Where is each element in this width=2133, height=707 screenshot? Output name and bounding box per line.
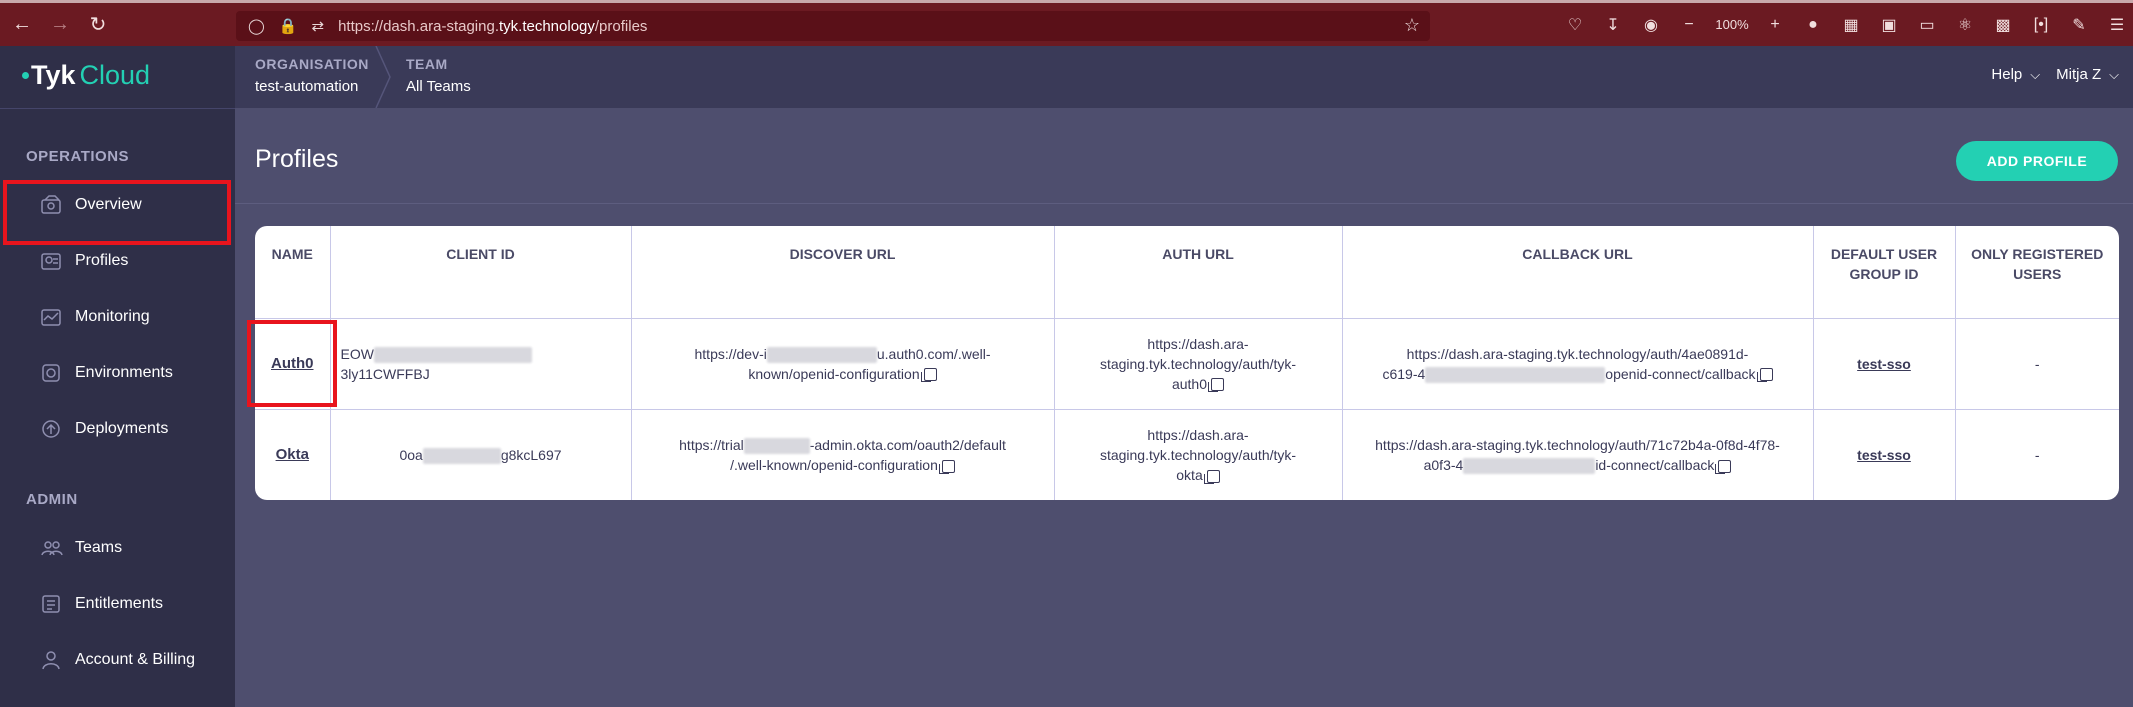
bookmark-star-icon[interactable]: ☆ <box>1404 15 1420 36</box>
redacted-block <box>1425 366 1606 383</box>
col-header-auth-url: AUTH URL <box>1054 226 1343 319</box>
table-row: Auth0 EOW3ly11CWFFBJ https://dev-i u.auth… <box>255 318 2119 410</box>
profiles-table: NAME CLIENT ID DISCOVER URL AUTH URL CAL… <box>255 226 2119 500</box>
callback-url-cell: https://dash.ara-staging.tyk.technology/… <box>1342 409 1814 500</box>
account-billing-icon <box>42 651 60 670</box>
col-header-client-id: CLIENT ID <box>330 226 632 319</box>
profiles-icon <box>41 253 61 270</box>
sidebar-item-account-billing[interactable]: Account & Billing <box>40 645 195 675</box>
columns-icon[interactable]: ▦ <box>1832 15 1870 35</box>
breadcrumb-organisation[interactable]: ORGANISATION test-automation <box>255 56 369 95</box>
col-header-registered-users: ONLY REGISTERED USERS <box>1955 226 2119 319</box>
money-icon[interactable]: ▭ <box>1908 15 1946 35</box>
sidebar-item-teams[interactable]: Teams <box>40 533 122 563</box>
zoom-in-icon[interactable]: + <box>1756 16 1794 34</box>
user-menu[interactable]: Mitja Z ⌵ <box>2056 66 2119 83</box>
divider <box>0 108 235 109</box>
sidebar-item-deployments[interactable]: Deployments <box>40 414 168 444</box>
zoom-level[interactable]: 100% <box>1708 17 1756 32</box>
help-menu[interactable]: Help ⌵ <box>1991 66 2040 83</box>
sidebar: Tyk Cloud OPERATIONS Overview Profiles M… <box>0 46 235 707</box>
discover-url-cell: https://trial -admin.okta.com/oauth2/defa… <box>631 409 1055 500</box>
url-text: https://dash.ara-staging.tyk.technology/… <box>338 17 648 35</box>
environments-icon <box>42 364 60 382</box>
sidebar-item-monitoring[interactable]: Monitoring <box>40 302 150 332</box>
client-id-cell: 0oa g8kcL697 <box>330 409 632 500</box>
callback-url-cell: https://dash.ara-staging.tyk.technology/… <box>1342 318 1814 410</box>
group-id-link[interactable]: test-sso <box>1857 356 1911 372</box>
col-header-discover-url: DISCOVER URL <box>631 226 1055 319</box>
sidebar-item-environments[interactable]: Environments <box>40 358 173 388</box>
react-icon[interactable]: ⚛ <box>1946 15 1984 35</box>
monitoring-icon <box>41 309 61 326</box>
client-id-cell: EOW3ly11CWFFBJ <box>330 318 632 410</box>
teams-icon <box>41 541 63 556</box>
pocket-icon[interactable]: ♡ <box>1556 15 1594 35</box>
copy-icon[interactable] <box>938 459 955 474</box>
shield-icon: ◯ <box>248 18 265 35</box>
chevron-down-icon: ⌵ <box>2030 67 2041 82</box>
breadcrumb-separator-icon <box>375 46 391 108</box>
reload-icon[interactable]: ↻ <box>82 9 114 41</box>
gift-icon[interactable]: ▩ <box>1984 15 2022 35</box>
translate-icon[interactable]: ▣ <box>1870 15 1908 35</box>
lock-icon: 🔒 <box>278 18 298 35</box>
copy-icon[interactable] <box>920 368 937 383</box>
group-id-link[interactable]: test-sso <box>1857 447 1911 463</box>
section-operations: OPERATIONS <box>26 148 130 165</box>
breadcrumb-team[interactable]: TEAM All Teams <box>406 56 471 95</box>
auth0-highlight-box <box>247 320 337 407</box>
col-header-default-group: DEFAULT USER GROUP ID <box>1813 226 1956 319</box>
sidebar-item-profiles[interactable]: Profiles <box>40 246 128 276</box>
redacted-block <box>743 438 810 455</box>
redacted-block <box>1463 458 1596 475</box>
copy-icon[interactable] <box>1208 378 1225 393</box>
address-bar[interactable]: ◯ 🔒 ⇄ https://dash.ara-staging.tyk.techn… <box>236 11 1430 41</box>
registered-users-cell: - <box>1955 318 2119 410</box>
table-row: Okta 0oa g8kcL697 https://trial -admin.okt… <box>255 409 2119 500</box>
zoom-out-icon[interactable]: − <box>1670 16 1708 34</box>
header-menu: Help ⌵ Mitja Z ⌵ <box>1991 66 2119 83</box>
divider <box>235 203 2133 204</box>
onepassword-icon[interactable]: ● <box>1794 16 1832 34</box>
permissions-icon: ⇄ <box>311 18 325 35</box>
redacted-block <box>766 346 877 363</box>
redacted-block <box>373 346 532 363</box>
auth-url-cell: https://dash.ara-staging.tyk.technology/… <box>1054 318 1343 410</box>
browser-toolbar: ← → ↻ ◯ 🔒 ⇄ https://dash.ara-staging.tyk… <box>0 0 2133 46</box>
tyk-cloud-logo[interactable]: Tyk Cloud <box>22 60 150 91</box>
copy-icon[interactable] <box>1756 368 1773 383</box>
section-admin: ADMIN <box>26 491 78 508</box>
registered-users-cell: - <box>2034 446 2040 463</box>
col-header-callback-url: CALLBACK URL <box>1342 226 1814 319</box>
logo-dot-icon <box>22 72 29 79</box>
copy-icon[interactable] <box>1203 469 1220 484</box>
download-icon[interactable]: ↧ <box>1594 15 1632 35</box>
discover-url-cell: https://dev-i u.auth0.com/.well-known/ope… <box>631 318 1055 410</box>
brackets-icon[interactable]: [•] <box>2022 16 2060 34</box>
forward-icon[interactable]: → <box>44 9 76 41</box>
ublock-icon[interactable]: ◉ <box>1632 15 1670 35</box>
table-header-row: NAME CLIENT ID DISCOVER URL AUTH URL CAL… <box>255 226 2119 319</box>
browser-extensions: ♡ ↧ ◉ − 100% + ● ▦ ▣ ▭ ⚛ ▩ [•] ✎ ☰ <box>1556 3 2133 46</box>
auth-url-cell: https://dash.ara-staging.tyk.technology/… <box>1054 409 1343 500</box>
profiles-highlight-box <box>3 180 231 245</box>
chevron-down-icon: ⌵ <box>2109 67 2119 82</box>
deployments-icon <box>42 420 60 438</box>
redacted-block <box>422 448 501 465</box>
entitlements-icon <box>42 595 60 613</box>
page-title: Profiles <box>255 145 339 173</box>
sidebar-item-entitlements[interactable]: Entitlements <box>40 589 163 619</box>
copy-icon[interactable] <box>1715 459 1732 474</box>
menu-icon[interactable]: ☰ <box>2098 15 2133 35</box>
extensions-icon[interactable]: ✎ <box>2060 15 2098 35</box>
col-header-name: NAME <box>255 226 331 319</box>
add-profile-button[interactable]: ADD PROFILE <box>1956 141 2118 181</box>
back-icon[interactable]: ← <box>6 9 38 41</box>
profile-name-link[interactable]: Okta <box>276 446 309 463</box>
top-header: ORGANISATION test-automation TEAM All Te… <box>235 46 2133 108</box>
